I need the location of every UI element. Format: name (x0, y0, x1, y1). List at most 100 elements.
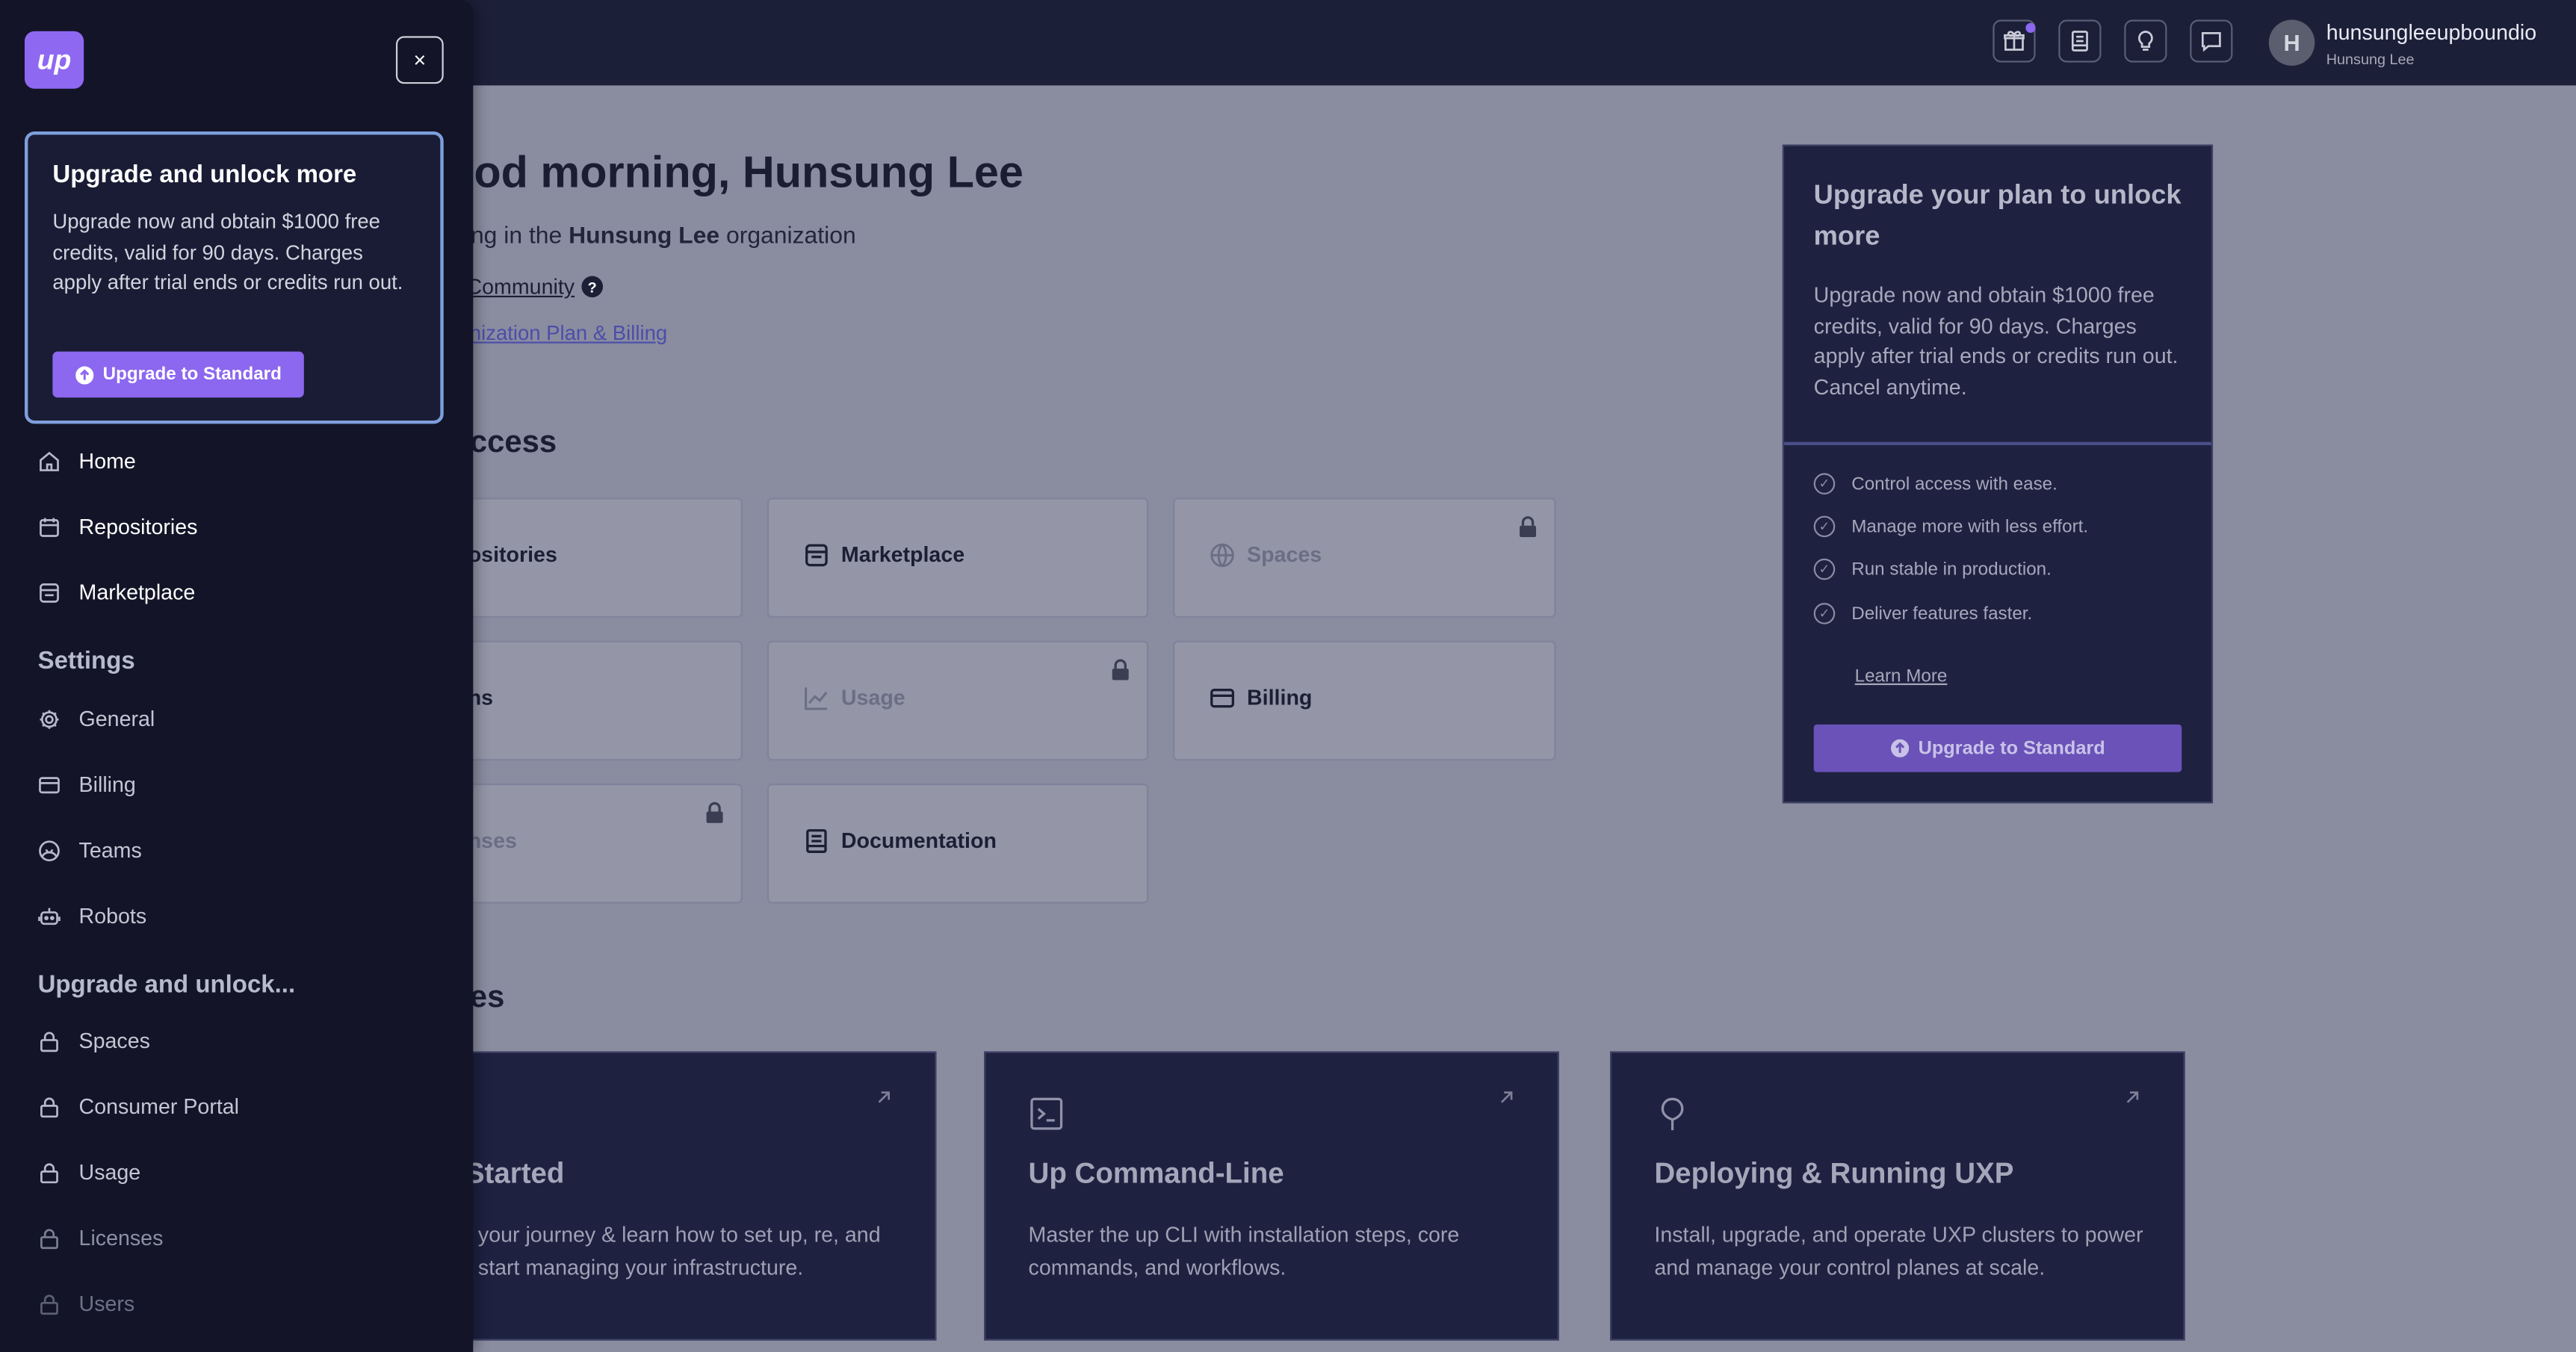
qa-label: Spaces (1247, 542, 1322, 567)
user-name[interactable]: hunsungleeupboundio (2326, 19, 2536, 44)
avatar[interactable]: H (2268, 19, 2315, 66)
doc-icon (806, 829, 827, 853)
nav-label: General (78, 706, 155, 731)
community-link[interactable]: Community (467, 274, 575, 299)
close-button[interactable]: × (395, 36, 444, 84)
org-line: king in the Hunsung Lee organization (453, 223, 856, 249)
app-root: H hunsungleeupboundio Hunsung Lee ood mo… (0, 0, 2576, 1352)
nav-item-home[interactable]: Home (38, 448, 136, 473)
qa-label: nses (468, 828, 517, 853)
guides-title: es (469, 980, 505, 1016)
quick-access-billing[interactable]: Billing (1173, 640, 1556, 761)
guide-card-uxp[interactable]: Deploying & Running UXP Install, upgrade… (1610, 1051, 2185, 1341)
nav-item-robots[interactable]: Robots (38, 904, 147, 928)
upgrade-button-label: Upgrade to Standard (1918, 738, 2105, 758)
qa-label: ositories (468, 542, 557, 567)
nav-item-billing[interactable]: Billing (38, 772, 136, 797)
check-circle-icon: ✓ (1813, 473, 1836, 494)
nav-item-users[interactable]: Users (38, 1291, 135, 1316)
upgrade-heading: Upgrade and unlock... (37, 970, 296, 999)
upgrade-card-desc: Upgrade now and obtain $1000 free credit… (1813, 282, 2179, 399)
upgrade-button[interactable]: Upgrade to Standard (1813, 724, 2182, 772)
qa-label: Documentation (840, 828, 997, 853)
guide-desc: your journey & learn how to set up, re, … (477, 1222, 881, 1280)
balloon-icon (1661, 1097, 1684, 1131)
arrow-up-circle-icon (75, 365, 93, 384)
nav-label: Spaces (78, 1028, 150, 1053)
nav-item-marketplace[interactable]: Marketplace (38, 580, 196, 604)
nav-item-licenses[interactable]: Licenses (38, 1226, 164, 1250)
logo[interactable]: up (24, 31, 84, 89)
nav-label: Home (78, 448, 136, 474)
lock-icon (40, 1162, 58, 1183)
nav-label: Billing (78, 772, 136, 797)
plan-billing-link[interactable]: anization Plan & Billing (459, 322, 668, 345)
feature-label: Deliver features faster. (1851, 604, 2033, 624)
page-title: ood morning, Hunsung Lee (447, 147, 1024, 197)
guide-desc: Install, upgrade, and operate UXP cluste… (1654, 1222, 2143, 1280)
gear-icon (40, 709, 59, 728)
qa-label: Usage (840, 685, 905, 710)
chat-icon[interactable] (2190, 19, 2233, 63)
org-name: Hunsung Lee (569, 223, 720, 250)
divider (1784, 441, 2211, 446)
store-icon (805, 544, 828, 567)
help-icon[interactable]: ? (581, 276, 604, 298)
quick-access-marketplace[interactable]: Marketplace (767, 497, 1149, 618)
promo-upgrade-button[interactable]: Upgrade to Standard (52, 351, 304, 398)
nav-label: Teams (78, 837, 142, 863)
arrow-up-circle-icon (1890, 739, 1909, 757)
home-icon (40, 450, 59, 471)
feature-item: ✓ Deliver features faster. (1813, 603, 2033, 624)
nav-item-spaces[interactable]: Spaces (38, 1029, 150, 1053)
nav-label: Consumer Portal (78, 1094, 240, 1119)
nav-item-general[interactable]: General (38, 707, 155, 731)
promo-button-label: Upgrade to Standard (102, 365, 282, 385)
check-circle-icon: ✓ (1813, 558, 1836, 580)
nav-item-teams[interactable]: Teams (38, 838, 142, 863)
lock-icon (40, 1228, 58, 1249)
upgrade-card-title: Upgrade your plan to unlock more (1813, 180, 2182, 252)
nav-item-repositories[interactable]: Repositories (38, 514, 198, 539)
user-subname: Hunsung Lee (2326, 51, 2415, 68)
nav-label: Users (78, 1291, 135, 1316)
feature-item: ✓ Manage more with less effort. (1813, 515, 2089, 538)
lightbulb-icon[interactable] (2124, 19, 2167, 63)
quick-access-title: ccess (469, 425, 557, 460)
nav-label: Usage (78, 1159, 141, 1185)
promo-title: Upgrade and unlock more (52, 161, 357, 189)
guide-card-cli[interactable]: Up Command-Line Master the up CLI with i… (984, 1051, 1559, 1341)
nav-label: Robots (78, 903, 147, 928)
qa-label: Billing (1247, 685, 1313, 710)
quick-access-spaces[interactable]: Spaces (1173, 497, 1556, 618)
nav-item-usage[interactable]: Usage (38, 1160, 141, 1185)
feature-label: Run stable in production. (1851, 559, 2052, 580)
upgrade-card: Upgrade your plan to unlock more Upgrade… (1782, 144, 2214, 804)
org-suffix: organization (719, 223, 856, 250)
quick-access-usage[interactable]: Usage (767, 640, 1149, 761)
feature-label: Manage more with less effort. (1851, 516, 2089, 537)
guide-title: Up Command-Line (1028, 1156, 1284, 1190)
box-icon (40, 517, 59, 536)
learn-more-link[interactable]: Learn More (1855, 667, 1948, 686)
guide-title: Deploying & Running UXP (1654, 1156, 2014, 1190)
check-circle-icon: ✓ (1813, 515, 1836, 538)
guide-desc: Master the up CLI with installation step… (1028, 1222, 1460, 1280)
check-circle-icon: ✓ (1813, 603, 1836, 624)
nav-label: Marketplace (78, 580, 196, 605)
nav-item-consumer-portal[interactable]: Consumer Portal (38, 1094, 239, 1119)
qa-label: Marketplace (840, 542, 965, 567)
lock-icon (40, 1031, 58, 1052)
lock-icon (706, 801, 723, 823)
side-drawer: up × Upgrade and unlock more Upgrade now… (0, 0, 474, 1352)
nav-label: Licenses (78, 1225, 164, 1250)
notebook-icon[interactable] (2058, 19, 2102, 63)
lock-icon (40, 1294, 58, 1314)
nav-label: Repositories (78, 514, 198, 539)
notification-dot (2025, 22, 2036, 33)
teams-icon (39, 840, 60, 860)
card-icon (1210, 689, 1234, 708)
feature-label: Control access with ease. (1851, 474, 2058, 494)
quick-access-documentation[interactable]: Documentation (767, 784, 1149, 904)
feature-item: ✓ Control access with ease. (1813, 473, 2058, 494)
